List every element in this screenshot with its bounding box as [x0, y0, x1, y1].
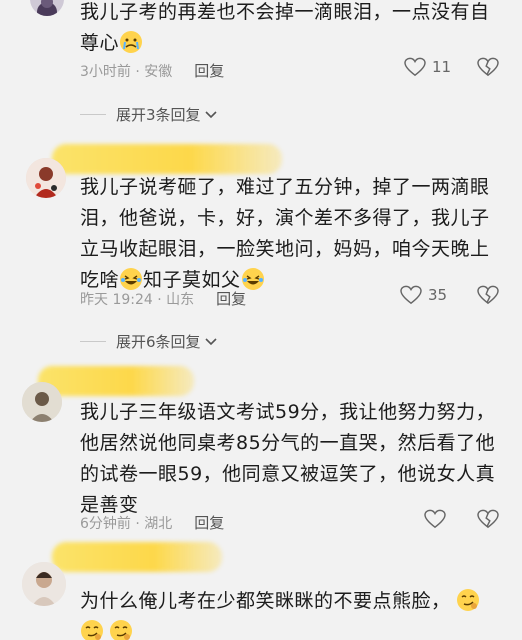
- broken-heart-icon: [477, 509, 499, 529]
- like-count: 11: [432, 58, 452, 76]
- crying-emoji-icon: [120, 31, 143, 53]
- reply-button[interactable]: 回复: [194, 512, 224, 533]
- expand-replies-button[interactable]: 展开6条回复: [80, 331, 218, 352]
- laughing-tears-emoji-icon: [241, 268, 264, 290]
- heart-outline-icon: [404, 57, 426, 77]
- chevron-down-icon: [204, 337, 217, 345]
- reply-button[interactable]: 回复: [216, 288, 246, 309]
- expand-replies-button[interactable]: 展开3条回复: [80, 104, 218, 125]
- comment-item: 为什么俺儿考在少都笑眯眯的不要点熊脸，: [0, 538, 522, 640]
- comment-text: 我儿子三年级语文考试59分，我让他努力努力，他居然说他同桌考85分气的一直哭，然…: [80, 401, 496, 516]
- like-button[interactable]: [424, 509, 446, 529]
- divider-line: [80, 114, 106, 115]
- smirk-emoji-icon: [81, 620, 103, 640]
- smirk-emoji-icon: [110, 620, 132, 640]
- comment-item: 我儿子三年级语文考试59分，我让他努力努力，他居然说他同桌考85分气的一直哭，然…: [0, 362, 522, 532]
- username-redacted: [52, 144, 282, 174]
- avatar[interactable]: [26, 158, 66, 198]
- broken-heart-icon: [477, 285, 499, 305]
- comment-text: 我儿子考的再差也不会掉一滴眼泪，一点没有自尊心: [80, 1, 490, 54]
- username-redacted: [38, 366, 194, 396]
- comment-time-location: 3小时前 · 安徽: [80, 63, 173, 80]
- comment-time-location: 6分钟前 · 湖北: [80, 515, 173, 532]
- expand-replies-label: 展开6条回复: [116, 333, 201, 351]
- comment-item: 我儿子考的再差也不会掉一滴眼泪，一点没有自尊心 3小时前 · 安徽 回复 11: [0, 0, 522, 100]
- avatar[interactable]: [22, 382, 62, 422]
- dislike-button[interactable]: [477, 509, 499, 533]
- comment-meta: 6分钟前 · 湖北 回复: [80, 512, 224, 533]
- comment-meta: 3小时前 · 安徽 回复: [80, 60, 224, 81]
- heart-outline-icon: [400, 285, 422, 305]
- divider-line: [80, 341, 106, 342]
- avatar[interactable]: [22, 562, 66, 606]
- broken-heart-icon: [477, 57, 499, 77]
- dislike-button[interactable]: [477, 57, 499, 81]
- comment-time-location: 昨天 19:24 · 山东: [80, 291, 195, 308]
- dislike-button[interactable]: [477, 285, 499, 309]
- laughing-tears-emoji-icon: [120, 268, 143, 290]
- reply-button[interactable]: 回复: [194, 60, 224, 81]
- comment-text: 为什么俺儿考在少都笑眯眯的不要点熊脸，: [80, 586, 500, 640]
- username-redacted: [52, 542, 222, 572]
- expand-replies-label: 展开3条回复: [116, 106, 201, 124]
- comment-meta: 昨天 19:24 · 山东 回复: [80, 288, 246, 309]
- comment-text: 我儿子说考砸了，难过了五分钟，掉了一两滴眼泪，他爸说，卡，好，演个差不多得了，我…: [80, 176, 490, 291]
- smirk-emoji-icon: [456, 589, 479, 611]
- like-button[interactable]: 35: [400, 285, 447, 305]
- chevron-down-icon: [204, 110, 217, 118]
- like-count: 35: [428, 286, 448, 304]
- heart-outline-icon: [424, 509, 446, 529]
- avatar[interactable]: [30, 0, 64, 16]
- comment-item: 我儿子说考砸了，难过了五分钟，掉了一两滴眼泪，他爸说，卡，好，演个差不多得了，我…: [0, 140, 522, 320]
- like-button[interactable]: 11: [404, 57, 451, 77]
